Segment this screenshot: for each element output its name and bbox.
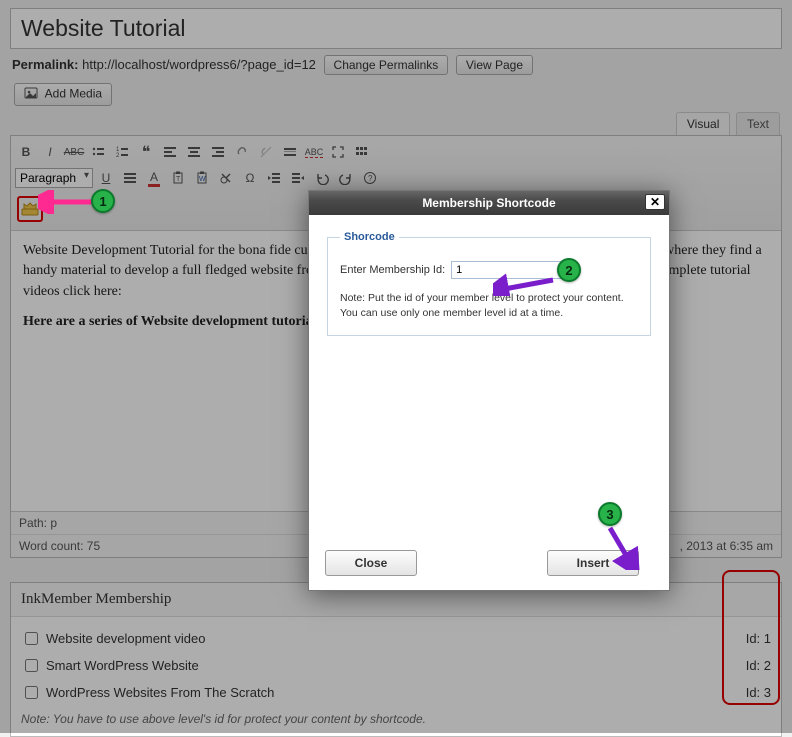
page-title-input[interactable]	[10, 8, 782, 49]
close-icon[interactable]: ✕	[645, 194, 665, 210]
list-item: Website development video Id: 1	[21, 625, 771, 652]
membership-shortcode-button[interactable]	[17, 196, 43, 222]
spellcheck-button[interactable]: ABC	[303, 141, 325, 163]
close-button[interactable]: Close	[325, 550, 417, 576]
membership-id: Id: 3	[746, 685, 771, 700]
membership-metabox: InkMember Membership Website development…	[10, 582, 782, 737]
redo-button[interactable]	[335, 167, 357, 189]
view-page-button[interactable]: View Page	[456, 55, 533, 75]
membership-checkbox[interactable]	[25, 632, 38, 645]
align-left-button[interactable]	[159, 141, 181, 163]
align-right-button[interactable]	[207, 141, 229, 163]
fieldset-legend: Shorcode	[340, 231, 399, 243]
paste-text-button[interactable]: T	[167, 167, 189, 189]
permalink-label: Permalink:	[12, 57, 78, 72]
svg-text:2: 2	[116, 153, 120, 159]
format-select[interactable]: Paragraph	[15, 168, 93, 188]
media-icon	[24, 86, 38, 103]
more-button[interactable]	[279, 141, 301, 163]
membership-id-input[interactable]	[451, 261, 561, 279]
change-permalinks-button[interactable]: Change Permalinks	[324, 55, 449, 75]
add-media-button[interactable]: Add Media	[14, 83, 112, 106]
permalink-row: Permalink: http://localhost/wordpress6/?…	[12, 55, 780, 75]
blockquote-button[interactable]: ❝	[135, 141, 157, 163]
membership-id: Id: 1	[746, 631, 771, 646]
svg-text:T: T	[176, 176, 181, 183]
list-item: WordPress Websites From The Scratch Id: …	[21, 679, 771, 706]
add-media-label: Add Media	[45, 87, 102, 101]
tab-text[interactable]: Text	[736, 112, 780, 135]
editor-tabs: Visual Text	[10, 112, 782, 135]
paste-word-button[interactable]: W	[191, 167, 213, 189]
italic-button[interactable]: I	[39, 141, 61, 163]
step-badge-1: 1	[91, 189, 115, 213]
undo-button[interactable]	[311, 167, 333, 189]
justify-button[interactable]	[119, 167, 141, 189]
metabox-note: Note: You have to use above level's id f…	[21, 706, 771, 728]
membership-id: Id: 2	[746, 658, 771, 673]
membership-shortcode-dialog: Membership Shortcode ✕ Shorcode Enter Me…	[308, 190, 670, 591]
svg-text:?: ?	[368, 174, 373, 183]
path-label: Path: p	[19, 516, 57, 530]
kitchensink-button[interactable]	[351, 141, 373, 163]
wordcount-label: Word count: 75	[19, 539, 100, 553]
shortcode-fieldset: Shorcode Enter Membership Id: Note: Put …	[327, 231, 651, 336]
remove-format-button[interactable]	[215, 167, 237, 189]
membership-checkbox[interactable]	[25, 659, 38, 672]
underline-button[interactable]: U	[95, 167, 117, 189]
fullscreen-button[interactable]	[327, 141, 349, 163]
unlink-button[interactable]	[255, 141, 277, 163]
outdent-button[interactable]	[263, 167, 285, 189]
step-badge-2: 2	[557, 258, 581, 282]
membership-checkbox[interactable]	[25, 686, 38, 699]
last-edited: , 2013 at 6:35 am	[680, 539, 773, 553]
strike-button[interactable]: ABC	[63, 141, 85, 163]
list-item: Smart WordPress Website Id: 2	[21, 652, 771, 679]
textcolor-button[interactable]: A	[143, 167, 165, 189]
svg-text:W: W	[199, 176, 206, 183]
indent-button[interactable]	[287, 167, 309, 189]
dialog-title: Membership Shortcode ✕	[309, 191, 669, 215]
permalink-url: http://localhost/wordpress6/?page_id=12	[82, 57, 316, 72]
bold-button[interactable]: B	[15, 141, 37, 163]
tab-visual[interactable]: Visual	[676, 112, 730, 135]
membership-label: WordPress Websites From The Scratch	[46, 685, 274, 700]
ol-button[interactable]: 12	[111, 141, 133, 163]
fieldset-note: Note: Put the id of your member level to…	[340, 291, 638, 321]
help-button[interactable]: ?	[359, 167, 381, 189]
membership-label: Smart WordPress Website	[46, 658, 199, 673]
charmap-button[interactable]: Ω	[239, 167, 261, 189]
link-button[interactable]	[231, 141, 253, 163]
ul-button[interactable]	[87, 141, 109, 163]
membership-label: Website development video	[46, 631, 205, 646]
align-center-button[interactable]	[183, 141, 205, 163]
insert-button[interactable]: Insert	[547, 550, 639, 576]
membership-id-label: Enter Membership Id:	[340, 264, 445, 276]
step-badge-3: 3	[598, 502, 622, 526]
